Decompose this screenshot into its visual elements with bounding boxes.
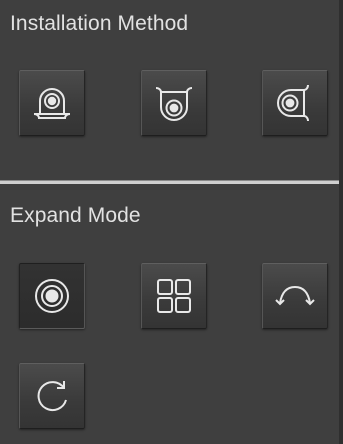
quad-view-button[interactable] (141, 263, 207, 329)
panorama-curve-button[interactable] (262, 263, 328, 329)
installation-method-title: Installation Method (10, 12, 189, 35)
side-mount-icon (272, 80, 318, 126)
panel-edge (339, 0, 343, 444)
ceiling-mount-button[interactable] (141, 70, 207, 136)
ceiling-mount-icon (151, 80, 197, 126)
rotate-button[interactable] (19, 363, 85, 429)
fisheye-settings-panel: Installation Method Expand Mode (0, 0, 343, 444)
side-mount-button[interactable] (262, 70, 328, 136)
wall-mount-button[interactable] (19, 70, 85, 136)
fisheye-view-button[interactable] (19, 263, 85, 329)
panorama-curve-icon (272, 273, 318, 319)
expand-mode-title: Expand Mode (10, 204, 141, 227)
fisheye-view-icon (29, 273, 75, 319)
quad-view-icon (151, 273, 197, 319)
section-divider (0, 180, 343, 184)
rotate-icon (29, 373, 75, 419)
wall-mount-icon (29, 80, 75, 126)
